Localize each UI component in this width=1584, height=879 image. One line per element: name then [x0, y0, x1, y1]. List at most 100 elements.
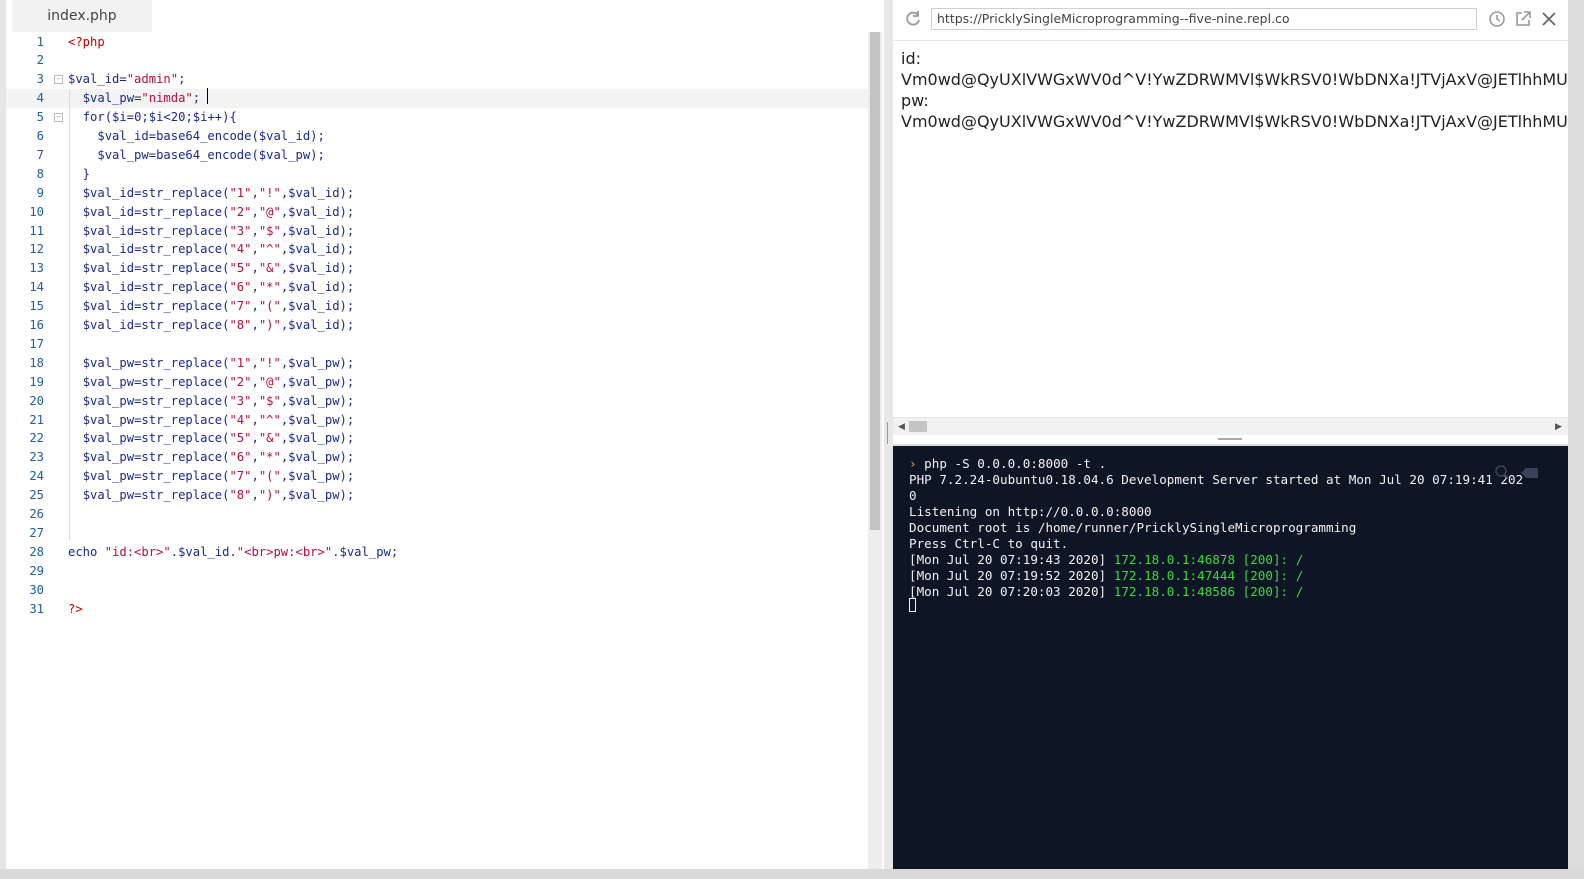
line-number: 7: [36, 147, 44, 162]
splitter-grip[interactable]: [887, 422, 888, 444]
code-token: ;: [178, 72, 186, 87]
search-icon[interactable]: [1495, 465, 1510, 480]
preview-scroll-thumb[interactable]: [909, 421, 927, 432]
close-icon[interactable]: [1539, 9, 1559, 29]
line-source: $val_pw=str_replace("5","&",$val_pw);: [68, 429, 355, 448]
code-line[interactable]: 7 $val_pw=base64_encode($val_pw);: [6, 146, 868, 165]
line-source: $val_id=str_replace("4","^",$val_id);: [68, 240, 355, 259]
code-line[interactable]: 8 }: [6, 165, 868, 184]
open-new-tab-icon[interactable]: [1513, 9, 1533, 29]
code-token: $val_id: [288, 242, 340, 257]
line-number: 24: [29, 469, 44, 484]
code-token: ,: [251, 374, 259, 389]
code-line[interactable]: 27: [6, 524, 868, 543]
code-token: ,: [251, 223, 259, 238]
code-token: "6": [229, 280, 252, 295]
code-token: $val_id: [288, 299, 340, 314]
code-token: =str_replace(: [134, 412, 230, 427]
code-line[interactable]: 3− $val_id="admin";: [6, 70, 868, 89]
code-line[interactable]: 12 $val_id=str_replace("4","^",$val_id);: [6, 240, 868, 259]
code-line[interactable]: 21 $val_pw=str_replace("4","^",$val_pw);: [6, 411, 868, 430]
editor-scroll-thumb[interactable]: [870, 32, 880, 530]
code-editor[interactable]: index.php 1 <?php 2 3− $val_id="admin"; 4 $va…: [0, 0, 886, 869]
code-token: ;$i<: [141, 110, 171, 125]
code-line[interactable]: 1 <?php: [6, 33, 868, 52]
pane-splitter[interactable]: [884, 0, 893, 869]
command-text: php -S 0.0.0.0:8000 -t .: [916, 456, 1107, 471]
clear-icon[interactable]: [1521, 468, 1538, 478]
fold-toggle-icon[interactable]: −: [54, 75, 63, 85]
code-line[interactable]: 26: [6, 505, 868, 524]
line-number: 13: [29, 261, 44, 276]
request-time: [Mon Jul 20 07:19:52 2020]: [909, 568, 1107, 583]
code-token: ,: [251, 242, 259, 257]
code-token: "1": [229, 185, 252, 200]
code-line[interactable]: 15 $val_id=str_replace("7","(",$val_id);: [6, 297, 868, 316]
code-line[interactable]: 14 $val_id=str_replace("6","*",$val_id);: [6, 278, 868, 297]
console-line: PHP 7.2.24-0ubuntu0.18.04.6 Development …: [909, 472, 1524, 487]
request-addr: 172.18.0.1:46878 [200]: /: [1113, 552, 1304, 567]
line-source: $val_pw=str_replace("7","(",$val_pw);: [68, 467, 355, 486]
code-line[interactable]: 22 $val_pw=str_replace("5","&",$val_pw);: [6, 429, 868, 448]
code-line[interactable]: 10 $val_id=str_replace("2","@",$val_id);: [6, 203, 868, 222]
console-terminal[interactable]: › php -S 0.0.0.0:8000 -t . PHP 7.2.24-0u…: [893, 446, 1568, 869]
code-token: $val_pw: [288, 374, 340, 389]
code-line[interactable]: 19 $val_pw=str_replace("2","@",$val_pw);: [6, 373, 868, 392]
code-token: $val_pw: [288, 469, 340, 484]
code-line[interactable]: 16 $val_id=str_replace("8",")",$val_id);: [6, 316, 868, 335]
scroll-right-arrow-icon[interactable]: ▶: [1555, 421, 1562, 432]
code-token: =: [119, 72, 127, 87]
line-source: $val_pw=str_replace("3","$",$val_pw);: [68, 392, 355, 411]
terminal-cursor: [909, 598, 916, 612]
code-line[interactable]: 30: [6, 581, 868, 600]
code-area[interactable]: 1 <?php 2 3− $val_id="admin"; 4 $val_pw="nimd…: [6, 32, 868, 869]
code-line[interactable]: 18 $val_pw=str_replace("1","!",$val_pw);: [6, 354, 868, 373]
browser-toolbar: https://PricklySingleMicroprogramming--f…: [893, 0, 1568, 41]
code-line[interactable]: 20 $val_pw=str_replace("3","$",$val_pw);: [6, 392, 868, 411]
code-token: $val_pw: [288, 412, 340, 427]
code-line[interactable]: 5− for($i=0;$i<20;$i++){: [6, 108, 868, 127]
console-line: Listening on http://0.0.0.0:8000: [909, 504, 1152, 519]
url-input[interactable]: https://PricklySingleMicroprogramming--f…: [931, 8, 1477, 30]
code-line[interactable]: 31 ?>: [6, 600, 868, 619]
panel-resize-handle[interactable]: [1218, 438, 1242, 440]
code-line[interactable]: 9 $val_id=str_replace("1","!",$val_id);: [6, 184, 868, 203]
code-token: $val_id: [97, 129, 149, 143]
tab-index-php[interactable]: index.php: [12, 0, 152, 32]
code-token: =str_replace(: [134, 242, 230, 257]
code-line[interactable]: 25 $val_pw=str_replace("8",")",$val_pw);: [6, 486, 868, 505]
code-line[interactable]: 28 echo "id:<br>".$val_id."<br>pw:<br>".$…: [6, 543, 868, 562]
code-token: );: [339, 412, 355, 427]
code-token: );: [339, 204, 355, 219]
history-icon[interactable]: [1487, 9, 1507, 29]
code-token: "5": [229, 431, 252, 446]
code-line[interactable]: 24 $val_pw=str_replace("7","(",$val_pw);: [6, 467, 868, 486]
code-line[interactable]: 13 $val_id=str_replace("5","&",$val_id);: [6, 259, 868, 278]
code-token: $val_id: [82, 318, 135, 332]
scroll-left-arrow-icon[interactable]: ◀: [898, 421, 905, 432]
code-token: $val_pw: [82, 450, 135, 465]
code-token: ;$i++){: [185, 110, 237, 125]
preview-horizontal-scrollbar[interactable]: ◀ ▶: [893, 417, 1568, 435]
line-number: 18: [29, 355, 44, 370]
line-source: $val_pw=str_replace("6","*",$val_pw);: [68, 448, 355, 467]
code-line[interactable]: 6 $val_id=base64_encode($val_id);: [6, 127, 868, 146]
code-line[interactable]: 17: [6, 335, 868, 354]
request-time: [Mon Jul 20 07:20:03 2020]: [909, 584, 1107, 599]
code-line[interactable]: 2: [6, 51, 868, 70]
code-line[interactable]: 23 $val_pw=str_replace("6","*",$val_pw);: [6, 448, 868, 467]
fold-toggle-icon[interactable]: −: [54, 113, 63, 123]
reload-icon[interactable]: [903, 9, 923, 29]
code-line[interactable]: 29: [6, 562, 868, 581]
code-token: ,: [251, 412, 259, 427]
code-line[interactable]: 4 $val_pw="nimda";: [6, 89, 868, 109]
code-token: $val_id: [288, 280, 340, 295]
code-token: ,: [251, 450, 259, 465]
line-number: 6: [36, 129, 44, 143]
code-line[interactable]: 11 $val_id=str_replace("3","$",$val_id);: [6, 222, 868, 241]
